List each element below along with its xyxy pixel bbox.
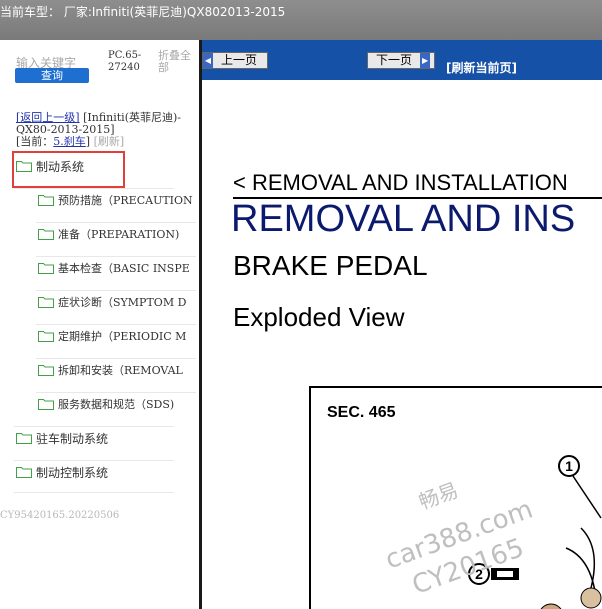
- folder-icon: [38, 195, 54, 206]
- document-view: < REMOVAL AND INSTALLATION REMOVAL AND I…: [202, 80, 602, 609]
- arrow-left-icon: ◀: [203, 53, 213, 68]
- divider: [36, 256, 196, 257]
- fold-all-button[interactable]: 折叠全部: [158, 50, 198, 74]
- refresh-link[interactable]: [刷新]: [94, 135, 125, 148]
- folder-icon: [38, 229, 54, 240]
- refresh-page-link[interactable]: [刷新当前页]: [446, 59, 517, 76]
- divider: [36, 324, 196, 325]
- divider: [14, 492, 174, 493]
- pc-code: PC.65-27240: [108, 50, 142, 73]
- tree-item-parking-brake[interactable]: 驻车制动系统: [16, 428, 108, 448]
- folder-icon: [16, 161, 32, 172]
- folder-icon: [38, 365, 54, 376]
- doc-subject: BRAKE PEDAL: [233, 250, 428, 281]
- folder-icon: [16, 433, 32, 444]
- callout-1: 1: [565, 458, 573, 474]
- doc-view-title: Exploded View: [233, 302, 405, 332]
- divider: [36, 290, 196, 291]
- tree-item-sds[interactable]: 服务数据和规范（SDS): [38, 394, 174, 414]
- tree-item-brake-control[interactable]: 制动控制系统: [16, 462, 108, 482]
- folder-icon: [38, 263, 54, 274]
- doc-section-title: REMOVAL AND INS: [231, 198, 576, 240]
- current-link[interactable]: 5.刹车: [53, 135, 86, 148]
- folder-icon: [16, 467, 32, 478]
- tree-item-brake-system[interactable]: 制动系统: [16, 156, 84, 176]
- current-suffix: ]: [85, 135, 91, 148]
- current-prefix: [当前：: [16, 135, 54, 148]
- search-button[interactable]: 查询: [15, 68, 89, 83]
- folder-icon: [38, 297, 54, 308]
- doc-breadcrumb-title: < REMOVAL AND INSTALLATION: [233, 170, 568, 195]
- divider: [14, 460, 174, 461]
- divider: [36, 358, 196, 359]
- sidebar: 输入关键字 查询 PC.65-27240 折叠全部 [返回上一级] [Infin…: [0, 40, 199, 609]
- divider: [14, 426, 174, 427]
- title-bar: 当前车型： 厂家:Infiniti(英菲尼迪)QX802013-2015: [0, 0, 602, 40]
- tree-item-removal[interactable]: 拆卸和安装（REMOVAL: [38, 360, 183, 380]
- tree-item-basic-inspection[interactable]: 基本检查（BASIC INSPE: [38, 258, 190, 278]
- navigation-bar: ◀ 上一页 下一页 ▶ [刷新当前页]: [202, 40, 602, 80]
- tree-item-preparation[interactable]: 准备（PREPARATION): [38, 224, 179, 244]
- divider: [14, 188, 174, 189]
- divider: [36, 222, 196, 223]
- breadcrumb: [返回上一级] [Infiniti(英菲尼迪)-QX80-2013-2015] …: [16, 112, 196, 148]
- vehicle-title: 当前车型： 厂家:Infiniti(英菲尼迪)QX802013-2015: [0, 5, 286, 19]
- divider: [36, 392, 196, 393]
- tree-item-symptom[interactable]: 症状诊断（SYMPTOM D: [38, 292, 186, 312]
- folder-icon: [38, 399, 54, 410]
- arrow-right-icon: ▶: [420, 53, 431, 68]
- tree-item-precaution[interactable]: 预防措施（PRECAUTION: [38, 190, 193, 210]
- prev-page-button[interactable]: ◀ 上一页: [202, 52, 268, 69]
- tree-item-periodic[interactable]: 定期维护（PERIODIC M: [38, 326, 186, 346]
- folder-icon: [38, 331, 54, 342]
- next-page-button[interactable]: 下一页 ▶: [367, 52, 435, 69]
- footer-code: CY95420165.20220506: [0, 510, 120, 521]
